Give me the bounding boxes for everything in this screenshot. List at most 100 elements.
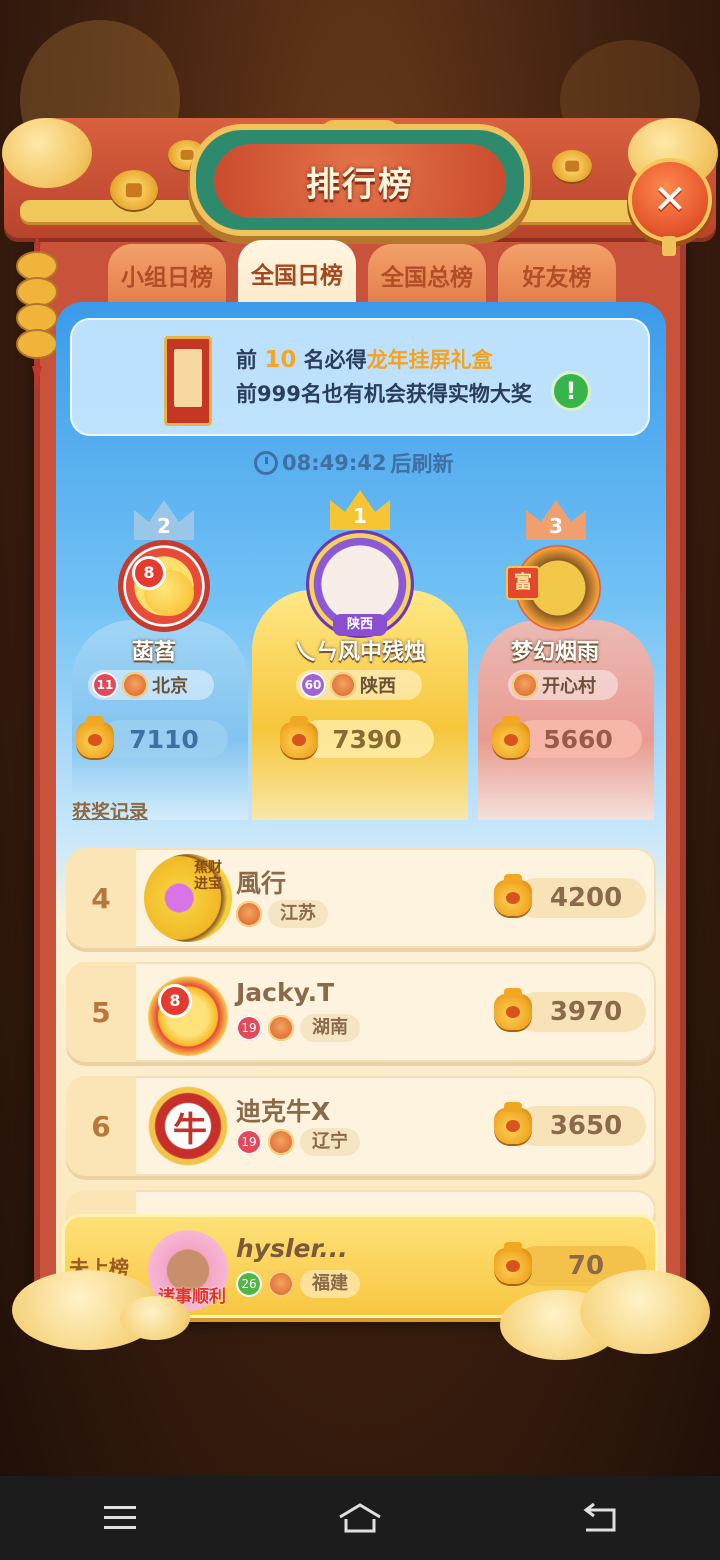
gift-scroll-image (164, 336, 212, 426)
lion-icon (512, 672, 538, 698)
region-label: 陕西 (360, 676, 396, 697)
home-icon (339, 1503, 381, 1533)
lucky-bag-icon (494, 1102, 532, 1144)
podium-name: 乀ㄣ风中残烛 (293, 640, 426, 665)
tab-label: 好友榜 (522, 265, 592, 291)
timer-suffix: 后刷新 (390, 452, 454, 476)
podium-score: 7390 (300, 720, 434, 758)
player-info: 26 福建 (236, 1270, 360, 1298)
title-inner: 排行榜 (214, 144, 506, 218)
home-button[interactable] (320, 1488, 400, 1548)
table-row[interactable]: 4 蕉财进宝 風行 江苏 4200 (66, 848, 656, 948)
close-icon: ✕ (653, 177, 687, 223)
reward-prefix: 前 (236, 348, 265, 372)
coin-icon (552, 150, 592, 182)
region-label: 辽宁 (300, 1128, 360, 1156)
lion-icon (268, 1129, 294, 1155)
tab-group-daily[interactable]: 小组日榜 (108, 244, 226, 306)
timer-time: 08:49:42 (282, 451, 387, 475)
table-row[interactable]: 6 牛 迪克牛X 19 辽宁 3650 (66, 1076, 656, 1176)
podium-score: 5660 (514, 720, 642, 758)
tab-label: 全国日榜 (251, 263, 343, 289)
player-score: 3970 (516, 992, 646, 1032)
row-rank: 5 (66, 962, 136, 1062)
level-icon: 19 (236, 1129, 262, 1155)
menu-icon (104, 1506, 136, 1529)
row-rank: 4 (66, 848, 136, 948)
podium-name: 菡萏 (131, 640, 176, 665)
cloud-decoration-bottom-right (580, 1270, 710, 1354)
page-title: 排行榜 (306, 164, 414, 205)
level-badge: 8 (132, 556, 166, 590)
podium-info-chip: 开心村 (508, 670, 618, 700)
lucky-bag-icon (280, 716, 318, 758)
podium-score: 7110 (100, 720, 228, 758)
reward-gift-name: 龙年挂屏礼盒 (366, 348, 493, 372)
row-rank: 6 (66, 1076, 136, 1176)
system-nav-bar (0, 1476, 720, 1560)
reward-line-1: 前 10 名必得龙年挂屏礼盒 (236, 344, 493, 374)
refresh-timer: 08:49:42 后刷新 (254, 448, 453, 478)
player-name: 迪克牛X (236, 1097, 331, 1126)
region-label: 福建 (300, 1270, 360, 1298)
lion-icon (268, 1271, 294, 1297)
award-history-link[interactable]: 获奖记录 (72, 797, 148, 824)
close-button[interactable]: ✕ (632, 162, 708, 238)
podium-rank: 1 (353, 504, 367, 528)
player-name: Jacky.T (236, 978, 335, 1007)
player-score: 4200 (516, 878, 646, 918)
lucky-bag-icon (492, 716, 530, 758)
player-info: 19 辽宁 (236, 1128, 360, 1156)
lion-icon (122, 672, 148, 698)
level-icon: 26 (236, 1271, 262, 1297)
back-icon (583, 1502, 616, 1532)
fortune-badge: 富 (506, 566, 540, 600)
region-label: 北京 (152, 676, 188, 697)
player-info: 江苏 (236, 900, 328, 928)
avatar-frame-text: 蕉财进宝 (194, 860, 222, 892)
player-name: hysler... (236, 1234, 348, 1263)
region-label: 开心村 (542, 676, 596, 697)
tab-friends[interactable]: 好友榜 (498, 244, 616, 306)
cloud-decoration-left (2, 118, 92, 188)
level-badge: 8 (158, 984, 192, 1018)
level-icon: 11 (92, 672, 118, 698)
avatar[interactable] (144, 968, 232, 1056)
level-icon: 19 (236, 1015, 262, 1041)
region-label: 湖南 (300, 1014, 360, 1042)
tab-label: 小组日榜 (121, 265, 213, 291)
back-button[interactable] (560, 1488, 640, 1548)
player-name: 風行 (236, 869, 287, 898)
level-icon: 60 (300, 672, 326, 698)
lucky-bag-icon (494, 874, 532, 916)
podium-rank: 2 (157, 514, 171, 538)
tab-national-total[interactable]: 全国总榜 (368, 244, 486, 306)
exclamation-icon[interactable]: ! (554, 374, 588, 408)
podium-rank: 3 (549, 514, 563, 538)
lion-icon (268, 1015, 294, 1041)
lucky-bag-icon (494, 1242, 532, 1284)
reward-mid: 名必得 (296, 348, 367, 372)
coin-icon (110, 170, 158, 210)
reward-count: 10 (264, 347, 297, 373)
player-info: 19 湖南 (236, 1014, 360, 1042)
coin-string-decoration (16, 236, 58, 386)
lion-icon (236, 901, 262, 927)
cloud-decoration-bottom-left (120, 1296, 190, 1340)
lantern-tassel (662, 236, 676, 256)
menu-button[interactable] (80, 1488, 160, 1548)
tab-national-daily[interactable]: 全国日榜 (238, 240, 356, 306)
podium-info-chip: 60 陕西 (296, 670, 422, 700)
clock-icon (254, 451, 278, 475)
avatar-frame-text: 牛 (173, 1110, 207, 1150)
lion-icon (330, 672, 356, 698)
region-label: 江苏 (268, 900, 328, 928)
lucky-bag-icon (76, 716, 114, 758)
lucky-bag-icon (494, 988, 532, 1030)
table-row[interactable]: 5 8 Jacky.T 19 湖南 3970 (66, 962, 656, 1062)
reward-line-2: 前999名也有机会获得实物大奖 (236, 382, 532, 406)
tab-label: 全国总榜 (381, 265, 473, 291)
podium-info-chip: 11 北京 (88, 670, 214, 700)
region-tag: 陕西 (333, 614, 387, 636)
podium-name: 梦幻烟雨 (510, 640, 599, 665)
